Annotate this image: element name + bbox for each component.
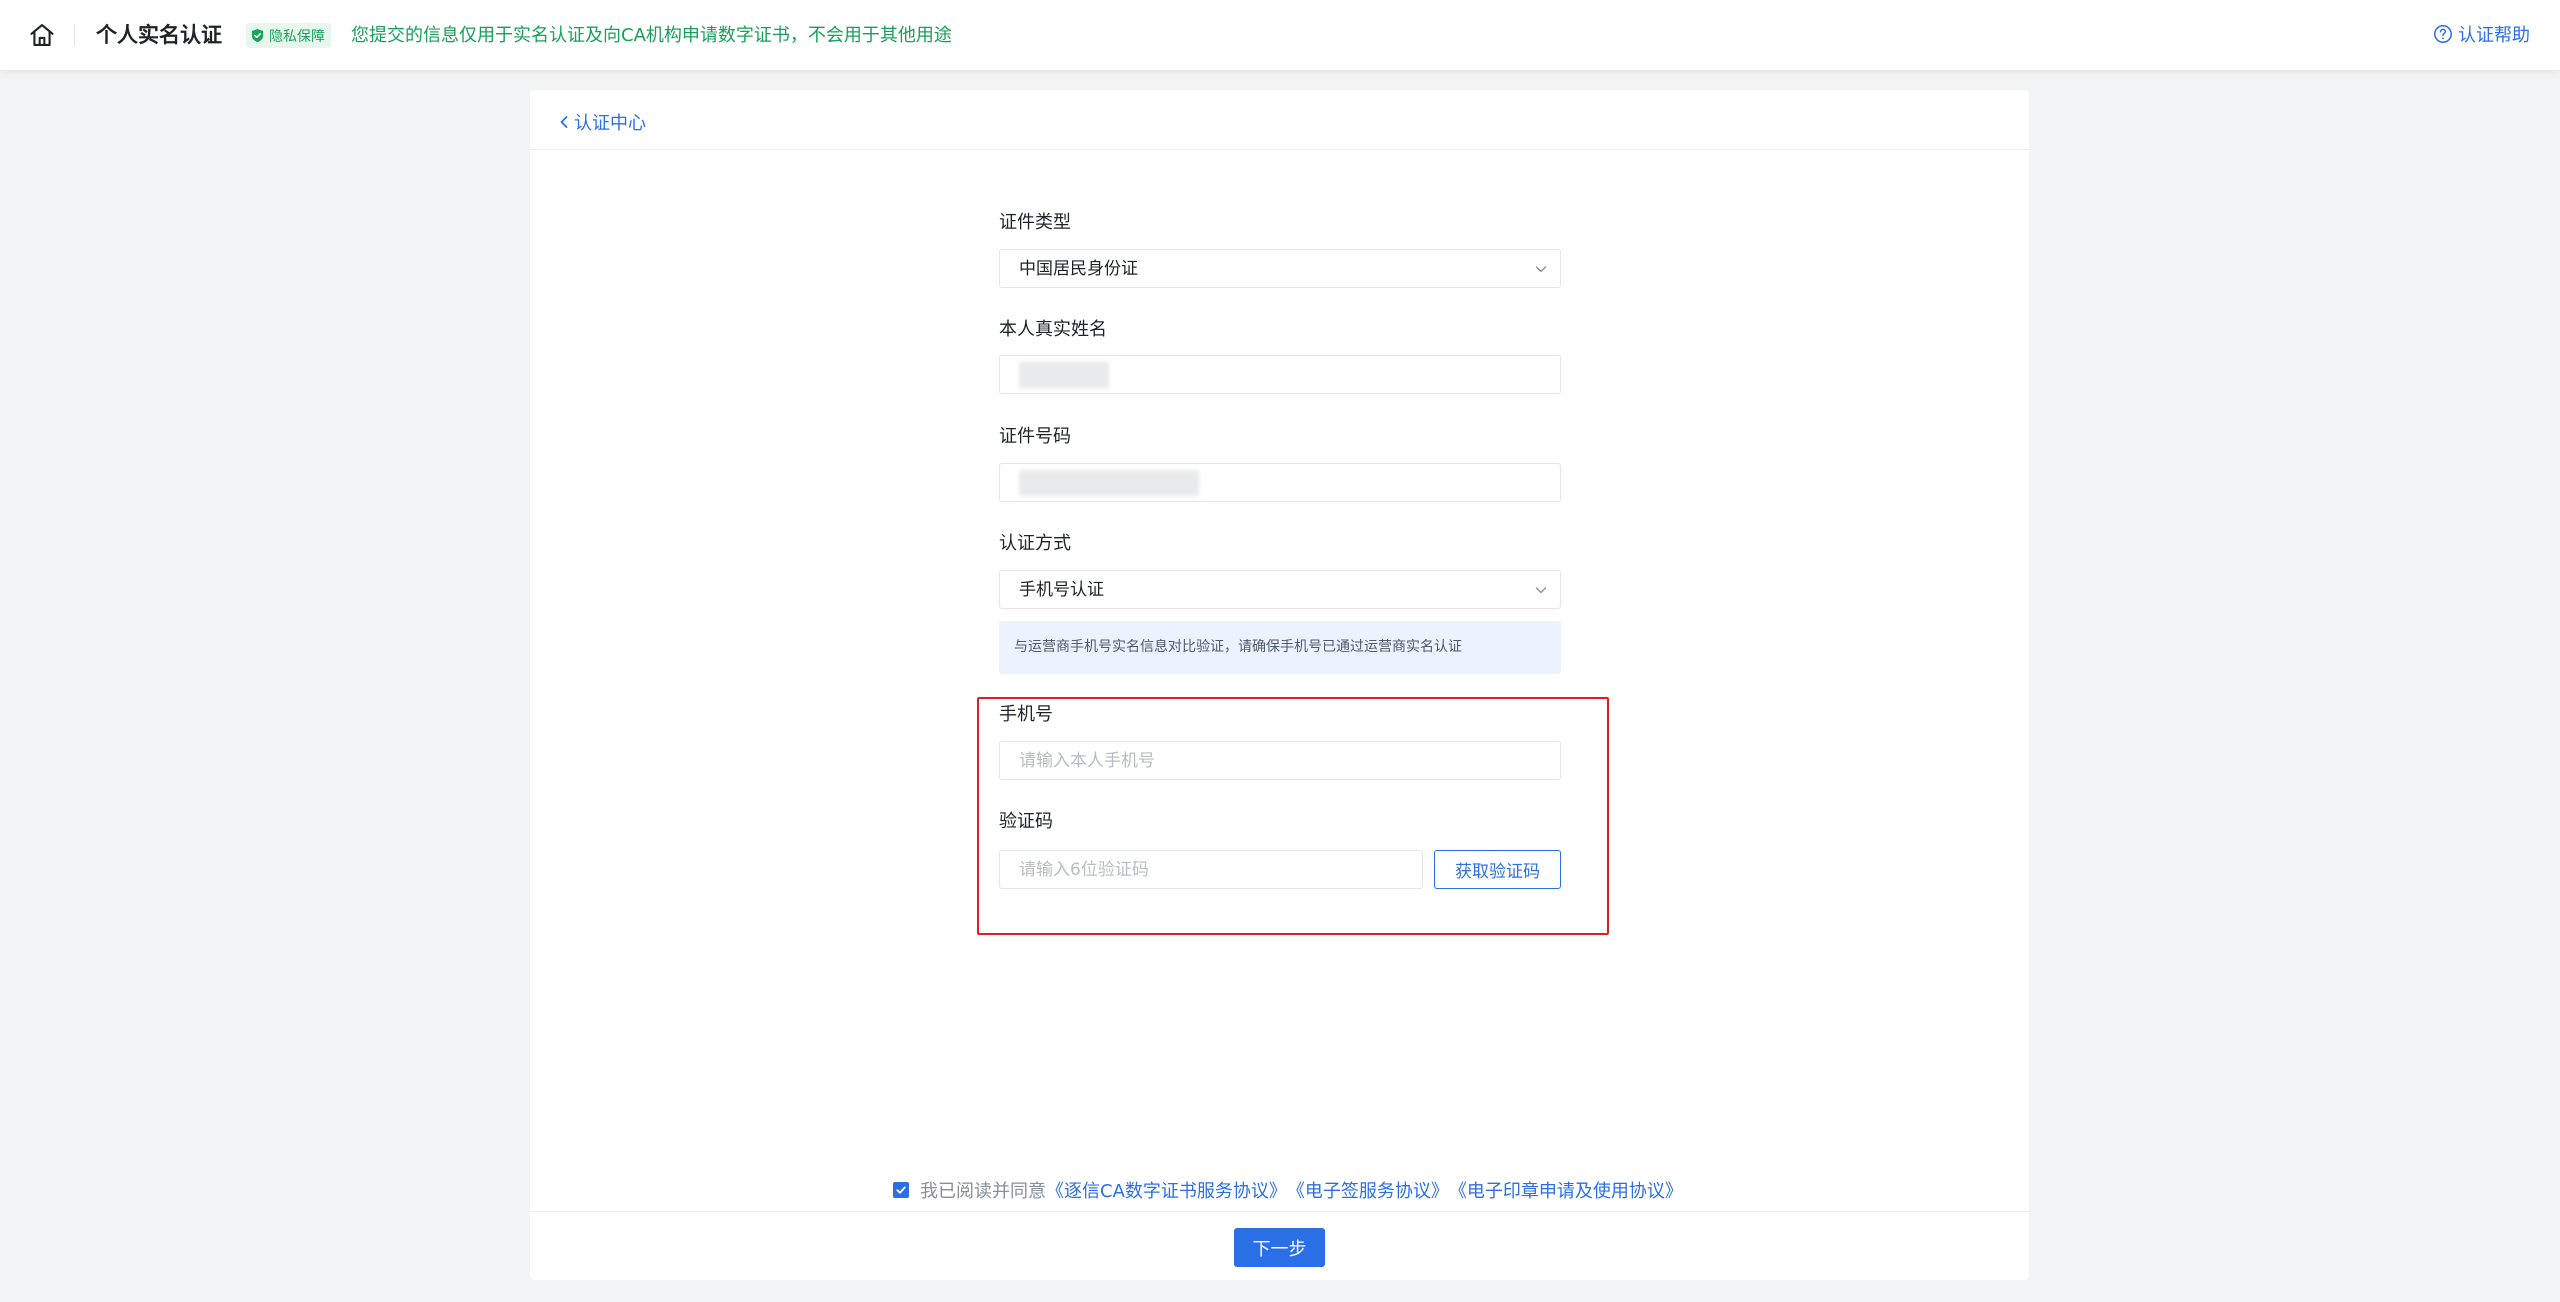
auth-method-select[interactable]: 手机号认证: [999, 570, 1561, 609]
highlight-box: [977, 697, 1609, 935]
redacted-name: [1019, 362, 1109, 388]
privacy-badge: 隐私保障: [246, 23, 331, 48]
privacy-notice-text: 您提交的信息仅用于实名认证及向CA机构申请数字证书，不会用于其他用途: [351, 25, 952, 46]
card-header: 认证中心: [530, 90, 2029, 150]
real-name-label: 本人真实姓名: [999, 319, 1107, 340]
top-header: 个人实名认证 隐私保障 您提交的信息仅用于实名认证及向CA机构申请数字证书，不会…: [0, 0, 2560, 71]
chevron-left-icon: [560, 116, 568, 128]
chevron-down-icon: [1535, 266, 1547, 273]
auth-method-notice-text: 与运营商手机号实名信息对比验证，请确保手机号已通过运营商实名认证: [1014, 639, 1462, 655]
next-step-button[interactable]: 下一步: [1234, 1228, 1325, 1267]
verification-card: 认证中心 证件类型 中国居民身份证 本人真实姓名 证件号码 认证方式 手机号认证…: [530, 90, 2029, 1280]
back-link-label: 认证中心: [574, 113, 646, 134]
auth-method-value: 手机号认证: [1019, 580, 1104, 600]
footer-divider: [530, 1211, 2029, 1212]
seal-usage-agreement-link[interactable]: 《电子印章申请及使用协议》: [1449, 1177, 1683, 1203]
auth-method-notice: 与运营商手机号实名信息对比验证，请确保手机号已通过运营商实名认证: [999, 621, 1561, 674]
code-input[interactable]: [1000, 851, 1422, 888]
phone-field: [999, 741, 1561, 780]
redacted-id-number: [1019, 470, 1199, 496]
id-number-label: 证件号码: [999, 426, 1071, 447]
phone-input[interactable]: [1000, 742, 1560, 779]
real-name-input[interactable]: [999, 355, 1561, 394]
privacy-badge-label: 隐私保障: [269, 28, 325, 45]
get-code-button[interactable]: 获取验证码: [1434, 850, 1561, 889]
back-link[interactable]: 认证中心: [558, 109, 646, 135]
check-icon: [896, 1186, 906, 1194]
id-type-select[interactable]: 中国居民身份证: [999, 249, 1561, 288]
code-label: 验证码: [999, 811, 1053, 832]
code-field: [999, 850, 1423, 889]
esign-service-agreement-link[interactable]: 《电子签服务协议》: [1287, 1177, 1449, 1203]
header-divider: [74, 24, 75, 46]
phone-label: 手机号: [999, 704, 1053, 725]
page-title: 个人实名认证: [96, 23, 222, 47]
chevron-down-icon: [1535, 587, 1547, 594]
ca-certificate-agreement-link[interactable]: 《逐信CA数字证书服务协议》: [1046, 1177, 1287, 1203]
help-link-label: 认证帮助: [2458, 25, 2530, 46]
home-icon[interactable]: [28, 21, 56, 49]
id-type-label: 证件类型: [999, 212, 1071, 233]
shield-check-icon: [251, 28, 264, 43]
id-type-value: 中国居民身份证: [1019, 259, 1138, 279]
auth-method-label: 认证方式: [999, 533, 1071, 554]
agreement-row: 我已阅读并同意 《逐信CA数字证书服务协议》 《电子签服务协议》 《电子印章申请…: [893, 1177, 1683, 1203]
question-circle-icon: [2434, 25, 2452, 43]
id-number-input[interactable]: [999, 463, 1561, 502]
agreement-prefix: 我已阅读并同意: [920, 1181, 1046, 1202]
agreement-checkbox[interactable]: [893, 1182, 909, 1198]
help-link[interactable]: 认证帮助: [2433, 21, 2530, 47]
